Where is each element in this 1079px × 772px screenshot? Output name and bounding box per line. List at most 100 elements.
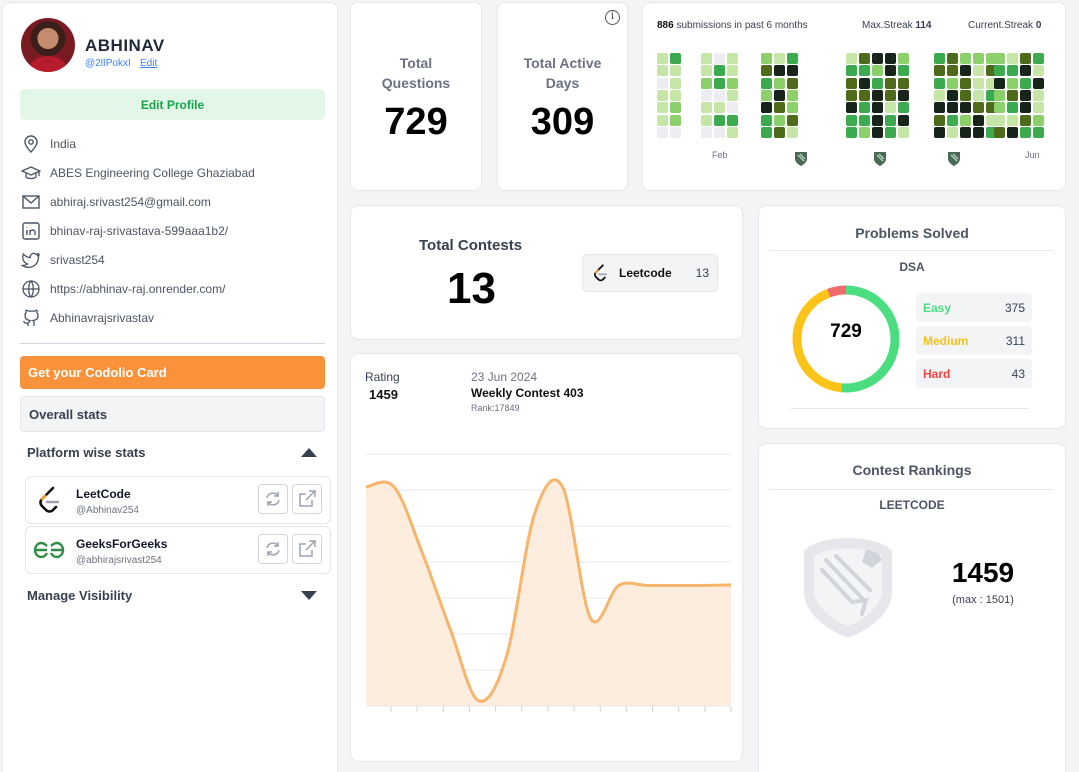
heatmap-cell — [727, 114, 738, 126]
heatmap-cell — [1007, 77, 1018, 89]
current-streak-label: Current.Streak — [968, 20, 1034, 31]
manage-visibility-toggle[interactable]: Manage Visibility — [27, 588, 325, 603]
contest-badge-icon — [874, 152, 886, 166]
github-text[interactable]: Abhinavrajsrivastav — [50, 311, 154, 325]
website-text[interactable]: https://abhinav-raj.onrender.com/ — [50, 282, 225, 296]
edit-handle-link[interactable]: Edit — [140, 58, 157, 69]
refresh-button[interactable] — [258, 534, 288, 564]
problems-solved-title: Problems Solved — [855, 225, 969, 241]
heatmap-cell — [872, 53, 883, 64]
heatmap-cell — [947, 53, 958, 64]
profile-handle: @2lIPokxI — [85, 58, 131, 69]
heatmap-cell — [934, 89, 945, 101]
divider — [20, 343, 325, 344]
heatmap-cell — [727, 126, 738, 138]
overall-stats-button[interactable]: Overall stats — [20, 396, 325, 432]
heatmap-cell — [898, 126, 909, 138]
heatmap-cell — [727, 65, 738, 77]
heatmap-cell — [1033, 77, 1044, 89]
heatmap-cell — [1007, 89, 1018, 101]
dsa-label: DSA — [899, 260, 925, 274]
heatmap-cell — [846, 77, 857, 89]
platform-item-leetcode[interactable]: LeetCode @Abhinav254 — [25, 476, 331, 524]
total-contests-label: Total Contests — [419, 237, 523, 254]
heatmap-cell — [787, 65, 798, 77]
heatmap-cell — [898, 65, 909, 77]
contest-rating-value: 1459 — [951, 557, 1015, 588]
rating-chart[interactable] — [351, 354, 742, 761]
info-icon[interactable]: i — [605, 10, 620, 25]
total-questions-card: Total Questions 729 — [350, 2, 482, 191]
platform-item-geeksforgeeks[interactable]: GeeksForGeeks @abhirajsrivast254 — [25, 526, 331, 574]
heatmap-cell — [657, 102, 668, 114]
active-days-value: 309 — [530, 101, 595, 143]
heatmap-cell — [774, 126, 785, 138]
external-link-icon — [299, 490, 316, 507]
heatmap-cell — [960, 53, 971, 64]
medium-label: Medium — [923, 334, 969, 348]
twitter-row[interactable]: srivast254 — [21, 250, 105, 270]
heatmap-cell — [994, 53, 1005, 64]
open-external-button[interactable] — [292, 484, 322, 514]
medium-count: 311 — [1005, 334, 1025, 348]
heatmap-cell — [898, 102, 909, 114]
heatmap-cell — [934, 65, 945, 77]
leetcode-logo-icon — [39, 486, 60, 513]
edit-profile-button[interactable]: Edit Profile — [20, 89, 325, 120]
heatmap-cell — [994, 89, 1005, 101]
website-row[interactable]: https://abhinav-raj.onrender.com/ — [21, 279, 225, 299]
heatmap-cell — [1020, 53, 1031, 64]
heatmap-cell — [872, 89, 883, 101]
divider — [791, 408, 1029, 409]
heatmap-cell — [787, 53, 798, 64]
heatmap-cell — [714, 102, 725, 114]
linkedin-row[interactable]: bhinav-raj-srivastava-599aaa1b2/ — [21, 221, 228, 241]
twitter-icon — [21, 252, 41, 268]
divider — [769, 489, 1053, 490]
heatmap-cell — [973, 89, 984, 101]
heatmap-cell — [973, 65, 984, 77]
platform-stats-toggle[interactable]: Platform wise stats — [27, 445, 325, 460]
heatmap-cell — [701, 77, 712, 89]
heatmap-cell — [885, 126, 896, 138]
linkedin-text[interactable]: bhinav-raj-srivastava-599aaa1b2/ — [50, 224, 228, 238]
heatmap-cell — [846, 65, 857, 77]
get-codolio-card-button[interactable]: Get your Codolio Card — [20, 356, 325, 389]
heatmap-cell — [714, 65, 725, 77]
rank-badge-icon — [804, 538, 892, 638]
heatmap-cell — [761, 53, 772, 64]
heatmap-cell — [657, 126, 668, 138]
contest-badge-icon — [948, 152, 960, 166]
manage-visibility-label: Manage Visibility — [27, 588, 133, 603]
heatmap-cell — [727, 77, 738, 89]
heatmap-cell — [960, 126, 971, 138]
heatmap-cell — [885, 65, 896, 77]
difficulty-easy: Easy 375 — [916, 293, 1032, 322]
active-days-card: i Total Active Days 309 — [497, 2, 628, 191]
heatmap-cell — [973, 126, 984, 138]
country-text: India — [50, 137, 77, 151]
heatmap-cell — [934, 114, 945, 126]
heatmap-cell — [1020, 114, 1031, 126]
heatmap-cell — [670, 114, 681, 126]
heatmap-cell — [859, 53, 870, 64]
heatmap-cell — [885, 53, 896, 64]
external-link-icon — [299, 540, 316, 557]
open-external-button[interactable] — [292, 534, 322, 564]
heatmap-cell — [1020, 89, 1031, 101]
github-row[interactable]: Abhinavrajsrivastav — [21, 308, 154, 328]
total-questions-label: Total Questions — [381, 55, 451, 91]
twitter-text[interactable]: srivast254 — [50, 253, 105, 267]
submissions-text: submissions in past 6 months — [676, 20, 808, 31]
heatmap-cell — [947, 102, 958, 114]
avatar — [21, 18, 75, 72]
heatmap-cell — [846, 89, 857, 101]
heatmap-cell — [885, 77, 896, 89]
heatmap-cell — [774, 77, 785, 89]
total-contests-card: Total Contests 13 Leetcode 13 — [350, 205, 743, 340]
email-text: abhiraj.srivast254@gmail.com — [50, 195, 211, 209]
graduation-cap-icon — [21, 166, 41, 180]
active-days-label: Total Active Days — [523, 55, 602, 91]
heatmap-cell — [714, 53, 725, 64]
refresh-button[interactable] — [258, 484, 288, 514]
